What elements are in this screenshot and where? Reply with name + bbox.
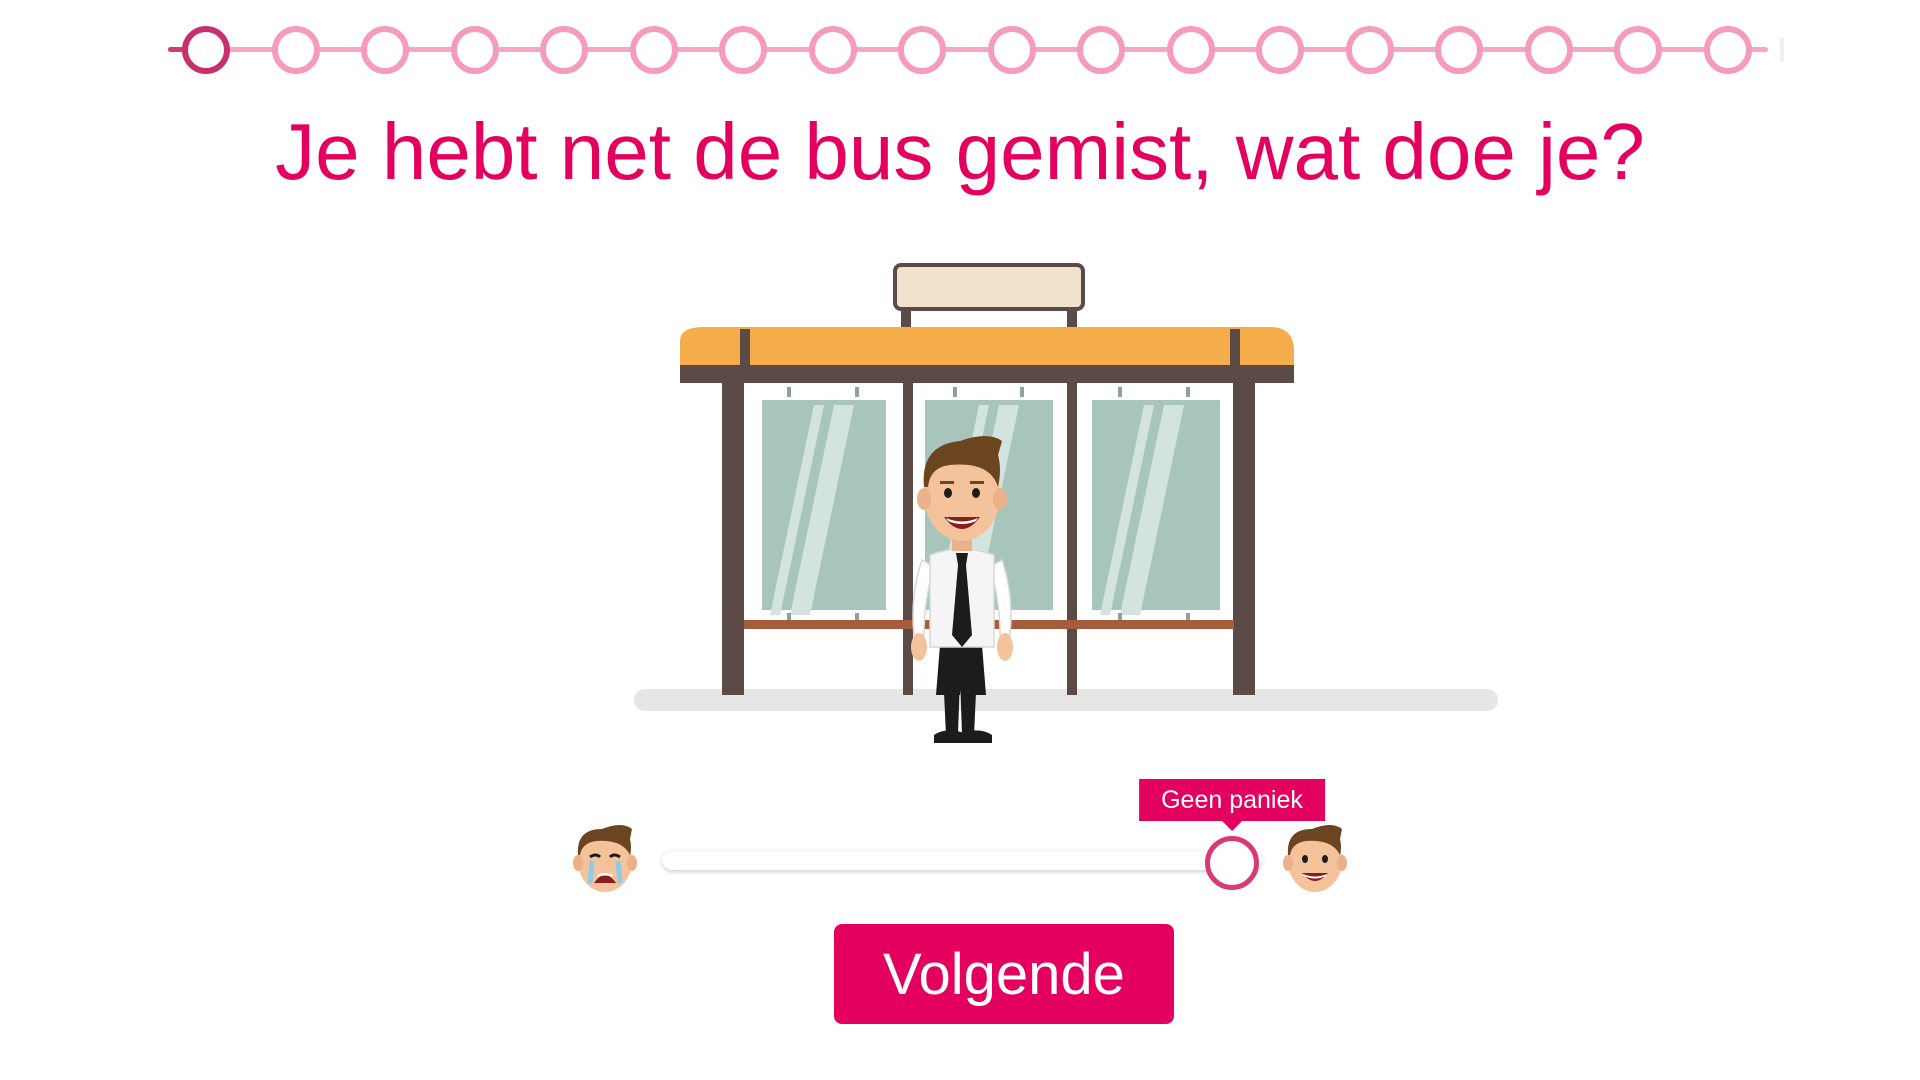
next-button[interactable]: Volgende <box>834 924 1174 1024</box>
progress-step-7[interactable] <box>719 26 767 74</box>
progress-step-11[interactable] <box>1077 26 1125 74</box>
progress-step-17[interactable] <box>1614 26 1662 74</box>
progress-step-4[interactable] <box>450 26 499 74</box>
quiz-page: Je hebt net de bus gemist, wat doe je? G… <box>0 0 1920 1080</box>
progress-step-18[interactable] <box>1703 26 1752 74</box>
progress-step-9[interactable] <box>898 26 946 74</box>
progress-step-16[interactable] <box>1524 26 1573 74</box>
slider-value-label: Geen paniek <box>1161 786 1303 814</box>
progress-stepper <box>168 26 1784 74</box>
progress-step-2[interactable] <box>271 26 320 74</box>
glass-panel-left <box>755 387 893 623</box>
progress-step-10[interactable] <box>987 26 1036 74</box>
bus-stop-illustration <box>634 263 1498 743</box>
stepper-edge <box>1780 38 1784 62</box>
question-title: Je hebt net de bus gemist, wat doe je? <box>275 107 1645 196</box>
mood-slider: Geen paniek <box>570 775 1350 905</box>
progress-step-15[interactable] <box>1435 26 1483 74</box>
progress-step-13[interactable] <box>1256 26 1304 74</box>
tooltip-arrow <box>1222 821 1242 831</box>
crying-face-icon <box>570 817 640 897</box>
progress-step-14[interactable] <box>1345 26 1394 74</box>
progress-step-12[interactable] <box>1166 26 1215 74</box>
bus-stop-man-illustration <box>630 255 1500 755</box>
progress-step-1[interactable] <box>182 26 230 74</box>
progress-step-8[interactable] <box>808 26 857 74</box>
progress-step-3[interactable] <box>361 26 409 74</box>
slider-track[interactable] <box>662 850 1262 870</box>
progress-step-5[interactable] <box>540 26 588 74</box>
slider-value-tooltip: Geen paniek <box>1139 779 1325 831</box>
progress-step-6[interactable] <box>629 26 678 74</box>
slider-thumb[interactable] <box>1205 836 1259 890</box>
glass-panel-right <box>1085 387 1227 623</box>
smiling-face-icon <box>1280 817 1350 897</box>
